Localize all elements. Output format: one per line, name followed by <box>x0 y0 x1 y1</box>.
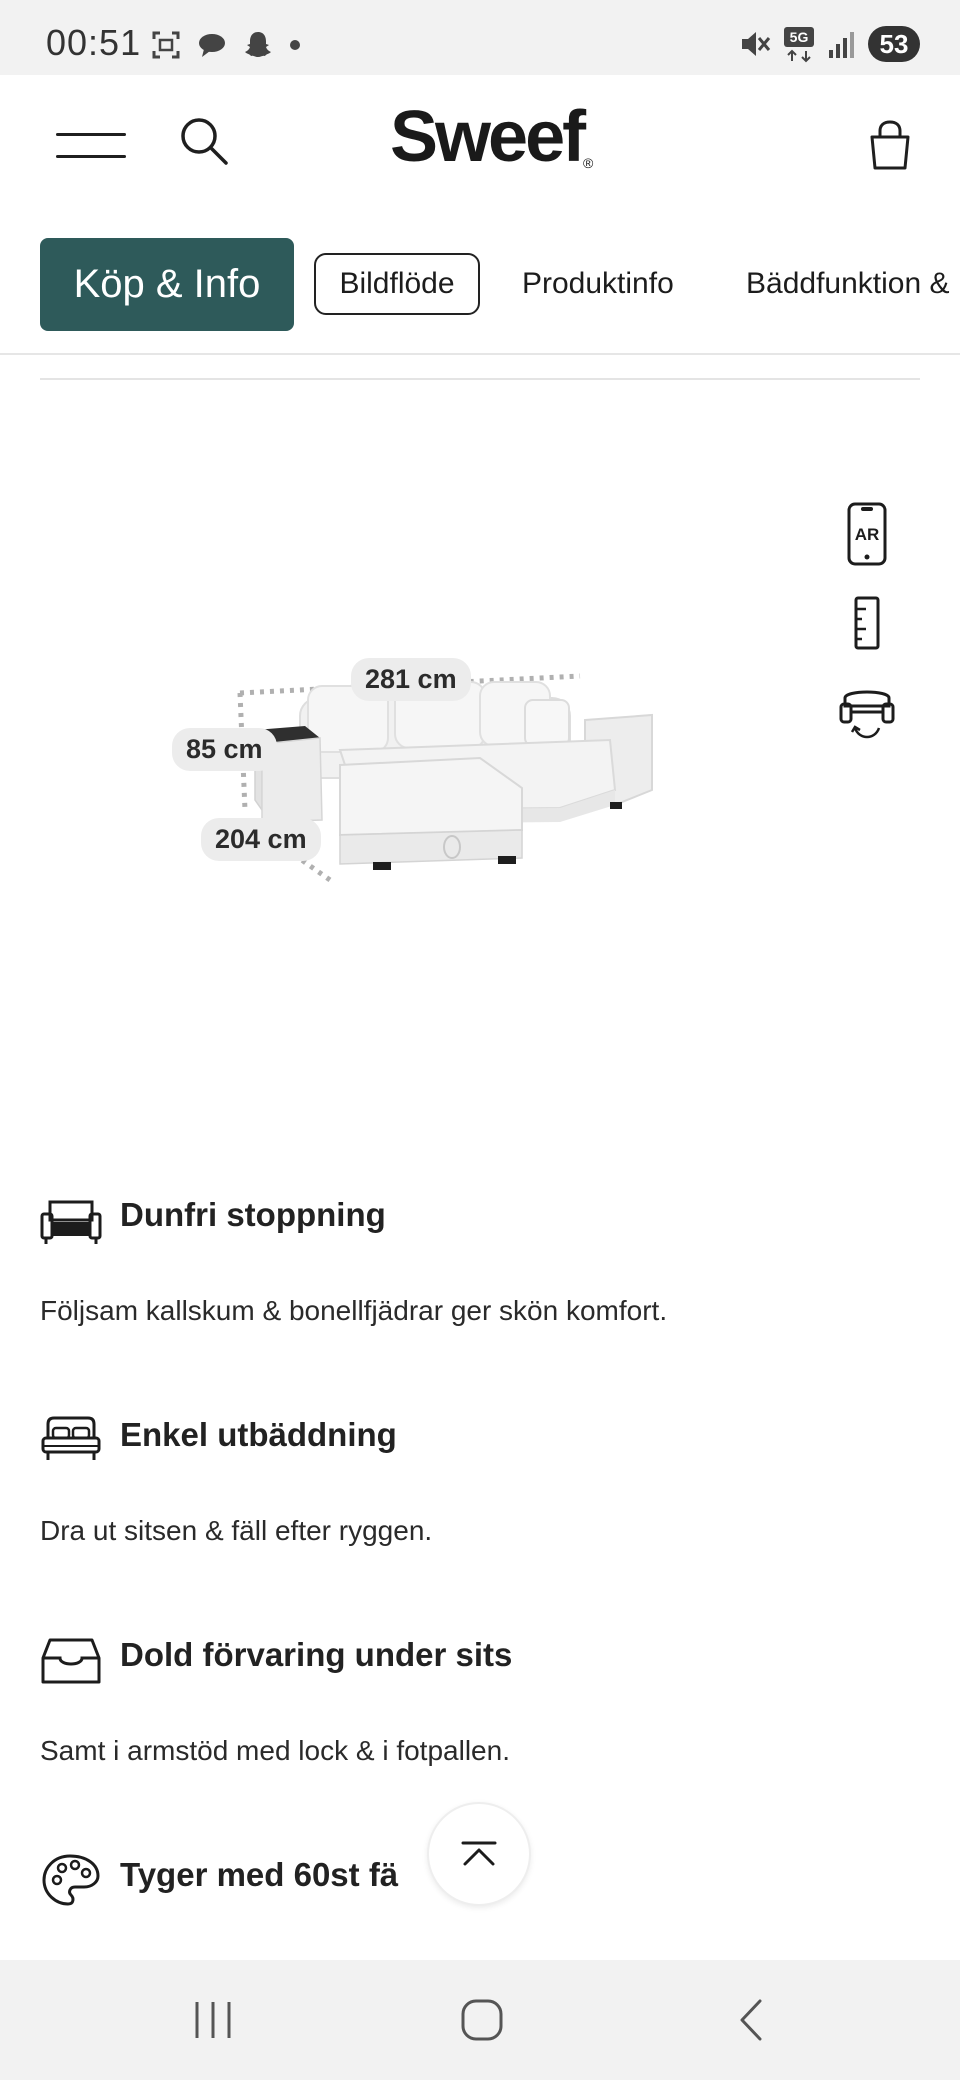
menu-icon <box>56 133 126 136</box>
svg-text:5G: 5G <box>790 29 809 45</box>
feature-title: Tyger med 60st fä <box>120 1856 399 1893</box>
status-bar: 00:51 5G 53 <box>0 0 960 75</box>
scroll-to-top-button[interactable] <box>427 1802 531 1906</box>
feature-title: Enkel utbäddning <box>120 1416 397 1453</box>
feature-title: Dunfri stoppning <box>120 1196 386 1233</box>
menu-button[interactable] <box>56 125 126 165</box>
logo[interactable]: Sweef <box>390 101 586 173</box>
site-header: Sweef ® <box>0 75 960 215</box>
screenshot-icon <box>152 31 180 59</box>
logo-registered-mark: ® <box>583 155 594 171</box>
dimension-depth-label: 204 cm <box>201 818 321 861</box>
sofa-icon <box>40 1200 102 1244</box>
product-tabs: Köp & Info Bildflöde Produktinfo Bäddfun… <box>0 215 960 355</box>
page: 00:51 5G 53 Sweef ® Köp & Info Bildflöde… <box>0 0 960 2080</box>
tab-bildflode[interactable]: Bildflöde <box>314 253 480 315</box>
feature-title: Dold förvaring under sits <box>120 1636 513 1673</box>
snapchat-icon <box>245 32 271 57</box>
section-divider <box>40 378 920 380</box>
status-time: 00:51 <box>46 22 142 63</box>
feature-item: Enkel utbäddning Dra ut sitsen & fäll ef… <box>40 1412 920 1552</box>
scroll-up-icon <box>461 1841 497 1866</box>
network-5g-icon: 5G <box>784 27 814 63</box>
dot-icon <box>290 40 300 50</box>
search-icon[interactable] <box>178 115 230 167</box>
chat-icon <box>199 34 225 57</box>
back-icon <box>740 1999 762 2041</box>
back-button[interactable] <box>722 1990 782 2050</box>
dimension-width-label: 281 cm <box>351 658 471 701</box>
notification-icons <box>150 27 302 63</box>
feature-description: Samt i armstöd med lock & i fotpallen. <box>40 1735 510 1766</box>
home-button[interactable] <box>452 1990 512 2050</box>
signal-icon <box>829 32 854 58</box>
rotate-sofa-icon[interactable] <box>837 682 897 746</box>
system-nav-bar <box>0 1960 960 2080</box>
palette-icon <box>42 1854 100 1906</box>
battery-badge: 53 <box>868 26 920 62</box>
mute-icon <box>742 32 771 56</box>
svg-text:AR: AR <box>855 525 880 544</box>
ar-view-icon[interactable]: AR <box>837 502 897 566</box>
bed-icon <box>41 1416 101 1460</box>
dimension-height-label: 85 cm <box>172 728 277 771</box>
feature-item: Dunfri stoppning Följsam kallskum & bone… <box>40 1192 920 1332</box>
tab-produktinfo[interactable]: Produktinfo <box>522 253 674 315</box>
ruler-icon[interactable] <box>837 592 897 656</box>
tab-kop-info[interactable]: Köp & Info <box>40 238 294 331</box>
tab-baddfunktion[interactable]: Bäddfunktion & <box>746 253 949 315</box>
sofa-product-image[interactable] <box>40 390 920 1150</box>
product-image-area: 281 cm 85 cm 204 cm AR <box>40 390 920 1150</box>
home-icon <box>461 1999 503 2041</box>
feature-description: Dra ut sitsen & fäll efter ryggen. <box>40 1515 433 1546</box>
shopping-bag-icon[interactable] <box>866 119 914 171</box>
feature-item: Dold förvaring under sits Samt i armstöd… <box>40 1632 920 1772</box>
system-icons: 5G 53 <box>738 24 920 64</box>
feature-description: Följsam kallskum & bonellfjädrar ger skö… <box>40 1295 668 1326</box>
recent-apps-icon <box>195 2002 231 2038</box>
storage-tray-icon <box>41 1638 101 1684</box>
recent-apps-button[interactable] <box>183 1990 243 2050</box>
